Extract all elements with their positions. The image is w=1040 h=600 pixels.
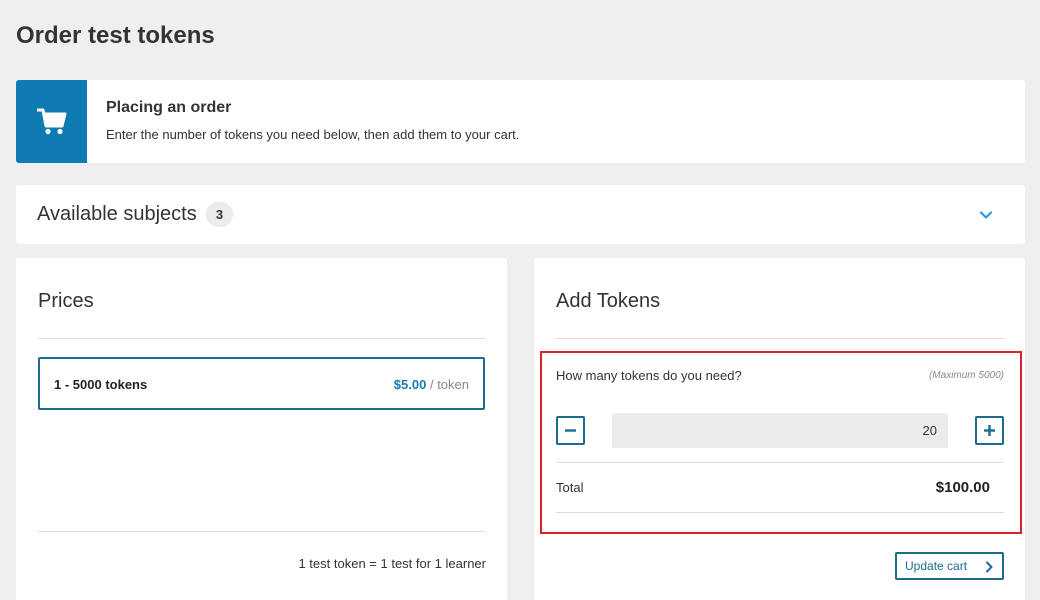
total-value: $100.00	[935, 479, 990, 496]
prices-heading: Prices	[38, 290, 94, 312]
price-tier-amount: $5.00 / token	[394, 377, 469, 392]
decrement-button[interactable]	[556, 416, 585, 445]
add-tokens-card: Add Tokens How many tokens do you need? …	[534, 258, 1025, 600]
update-cart-label: Update cart	[905, 559, 968, 573]
subjects-count-badge: 3	[206, 202, 233, 227]
add-tokens-heading: Add Tokens	[556, 290, 661, 312]
quantity-max-note: (Maximum 5000)	[928, 370, 1004, 381]
plus-icon	[984, 425, 995, 436]
update-cart-button[interactable]: Update cart	[895, 552, 1004, 580]
price-tier-range: 1 - 5000 tokens	[54, 377, 148, 392]
subjects-label: Available subjects	[37, 203, 197, 225]
price-per-token: $5.00	[393, 377, 427, 392]
divider	[38, 338, 485, 339]
banner-text: Enter the number of tokens you need belo…	[106, 127, 520, 142]
page-title: Order test tokens	[16, 22, 215, 49]
quantity-question: How many tokens do you need?	[556, 368, 742, 383]
chevron-down-icon[interactable]	[978, 207, 994, 223]
total-label: Total	[556, 480, 584, 495]
quantity-input[interactable]	[612, 413, 948, 448]
price-unit: / token	[429, 377, 469, 392]
info-banner: Placing an order Enter the number of tok…	[16, 80, 1025, 163]
divider	[38, 531, 485, 532]
banner-title: Placing an order	[106, 99, 232, 116]
price-tier-row: 1 - 5000 tokens $5.00 / token	[38, 357, 485, 410]
banner-icon-box	[16, 80, 87, 163]
prices-card: Prices 1 - 5000 tokens $5.00 / token 1 t…	[16, 258, 507, 600]
chevron-right-icon	[986, 561, 993, 573]
token-explanation-note: 1 test token = 1 test for 1 learner	[298, 556, 486, 571]
divider	[556, 338, 1004, 339]
minus-icon	[565, 429, 576, 432]
available-subjects-accordion[interactable]: Available subjects 3	[16, 185, 1025, 244]
divider	[556, 512, 1004, 513]
increment-button[interactable]	[975, 416, 1004, 445]
divider	[556, 462, 1004, 463]
cart-icon	[36, 108, 66, 134]
